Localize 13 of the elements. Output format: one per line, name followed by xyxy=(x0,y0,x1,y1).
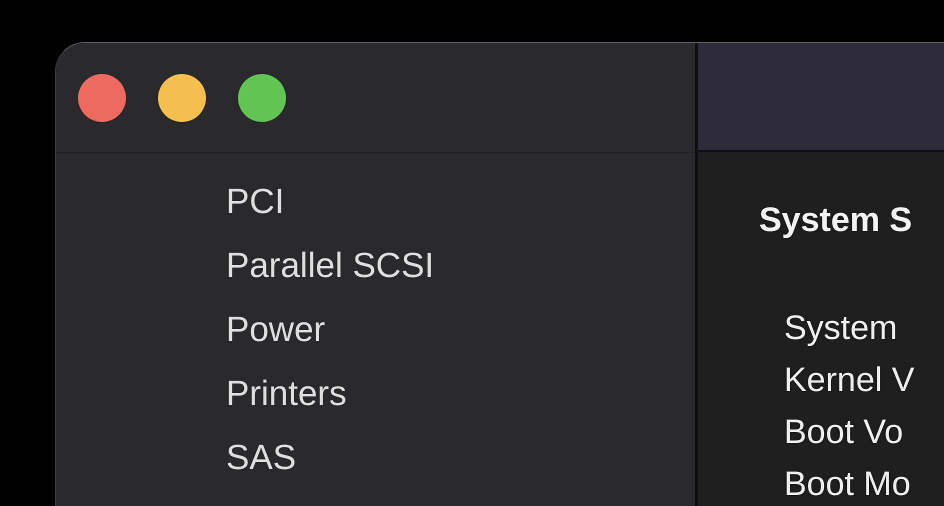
section-title: System S xyxy=(759,200,912,241)
sidebar-item[interactable]: Parallel SCSI xyxy=(226,234,434,298)
zoom-button[interactable] xyxy=(238,74,286,122)
sidebar-item[interactable]: SAS xyxy=(226,426,296,490)
info-label: Boot Mo xyxy=(784,464,911,505)
sidebar-item[interactable]: Printers xyxy=(226,362,347,426)
sidebar-item[interactable]: PCI xyxy=(226,170,284,234)
info-label: Kernel V xyxy=(784,360,914,401)
minimize-button[interactable] xyxy=(158,74,206,122)
info-label: System xyxy=(784,308,898,349)
close-button[interactable] xyxy=(78,74,126,122)
sidebar-item[interactable]: Power xyxy=(226,298,326,362)
info-label: Boot Vo xyxy=(784,412,904,453)
